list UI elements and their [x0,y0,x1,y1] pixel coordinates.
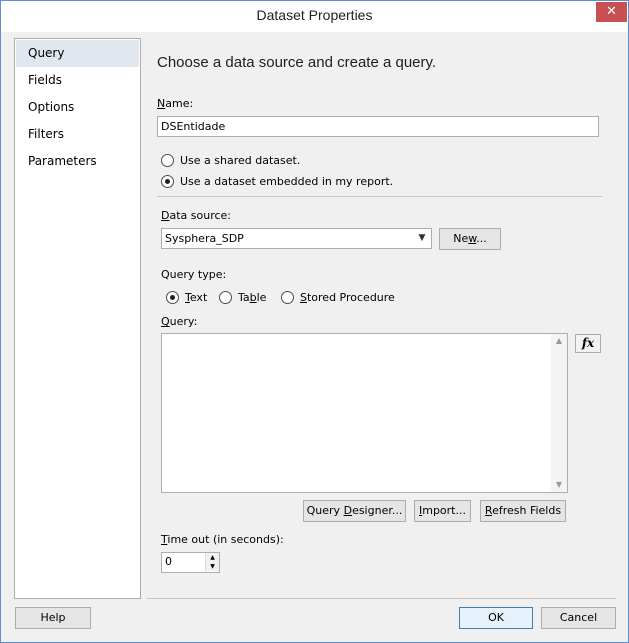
query-textarea[interactable]: ▲ ▼ [161,333,568,493]
chevron-down-icon: ▼ [418,233,426,243]
nav-item-parameters[interactable]: Parameters [16,148,139,175]
page-heading: Choose a data source and create a query. [157,54,437,71]
name-label: Name: [157,97,193,110]
title-bar: Dataset Properties ✕ [1,1,628,32]
query-label-rest: uery: [169,315,198,328]
data-source-label-rest: ata source: [169,209,232,222]
nav-item-query[interactable]: Query [16,40,139,67]
query-type-text-rest: ext [189,290,208,304]
refresh-label-key: R [484,504,493,517]
divider [157,196,602,197]
refresh-fields-button[interactable]: Refresh Fields [480,500,566,522]
timeout-stepper[interactable]: 0 ▲ ▼ [161,552,220,573]
close-button[interactable]: ✕ [596,2,627,22]
cancel-button[interactable]: Cancel [541,607,616,629]
data-source-value: Sysphera_SDP [165,232,244,245]
query-designer-label-key: D [343,504,353,517]
import-button[interactable]: Import... [414,500,471,522]
query-type-stored-procedure-option[interactable]: Stored Procedure [281,289,395,305]
timeout-label-rest: ime out (in seconds): [167,533,284,546]
query-type-stored-procedure-label: Stored Procedure [300,291,395,304]
embedded-dataset-option[interactable]: Use a dataset embedded in my report. [161,173,393,189]
query-label-key: Q [161,315,170,328]
query-label: Query: [161,315,197,328]
nav-item-fields[interactable]: Fields [16,67,139,94]
query-type-table-rest: le [256,290,267,304]
import-label-end: mport... [422,504,466,517]
query-designer-button[interactable]: Query Designer... [303,500,406,522]
stepper-buttons: ▲ ▼ [205,553,219,572]
query-type-label: Query type: [161,268,227,281]
name-label-rest: ame: [165,97,194,110]
page-nav: Query Fields Options Filters Parameters [14,38,141,599]
query-designer-label-end: esigner... [352,504,403,517]
query-type-stored-procedure-radio[interactable] [281,290,294,304]
shared-dataset-option[interactable]: Use a shared dataset. [161,152,300,168]
query-scrollbar[interactable]: ▲ ▼ [551,334,567,492]
query-type-table-option[interactable]: Table [219,289,266,305]
embedded-dataset-radio[interactable] [161,174,174,188]
data-source-select[interactable]: Sysphera_SDP ▼ [161,228,432,249]
nav-item-filters[interactable]: Filters [16,121,139,148]
query-type-sp-rest: tored Procedure [306,290,395,304]
query-type-table-key: b [249,290,257,304]
spin-up-icon[interactable]: ▲ [206,553,219,562]
expression-button[interactable]: fx [575,334,601,353]
timeout-value: 0 [165,555,172,568]
help-button[interactable]: Help [15,607,91,629]
nav-item-options[interactable]: Options [16,94,139,121]
close-icon: ✕ [606,4,617,19]
embedded-dataset-label: Use a dataset embedded in my report. [180,174,394,188]
scroll-down-icon[interactable]: ▼ [551,478,567,492]
name-label-key: N [157,97,166,110]
query-type-text-radio[interactable] [166,290,179,304]
query-type-table-start: Ta [238,290,250,304]
query-type-sp-key: S [300,290,307,304]
data-source-label: Data source: [161,209,231,222]
query-type-table-radio[interactable] [219,290,232,304]
shared-dataset-label: Use a shared dataset. [180,153,301,167]
shared-dataset-radio[interactable] [161,153,174,167]
new-button-label-start: Ne [453,232,469,245]
query-type-text-label: Text [185,291,207,304]
query-designer-label-start: Query [306,504,344,517]
name-field[interactable]: DSEntidade [157,116,599,137]
spin-down-icon[interactable]: ▼ [206,562,219,571]
query-type-table-label: Table [238,291,266,304]
new-button-label-end: ... [476,232,487,245]
ok-button[interactable]: OK [459,607,533,629]
footer-divider [147,598,616,599]
query-type-text-option[interactable]: Text [166,289,207,305]
scroll-up-icon[interactable]: ▲ [551,334,567,348]
dataset-properties-dialog: Dataset Properties ✕ Query Fields Option… [0,0,629,643]
new-data-source-button[interactable]: New... [439,228,501,250]
fx-icon: fx [581,336,595,350]
timeout-label: Time out (in seconds): [161,533,284,546]
window-title: Dataset Properties [256,7,373,23]
refresh-label-end: efresh Fields [492,504,562,517]
